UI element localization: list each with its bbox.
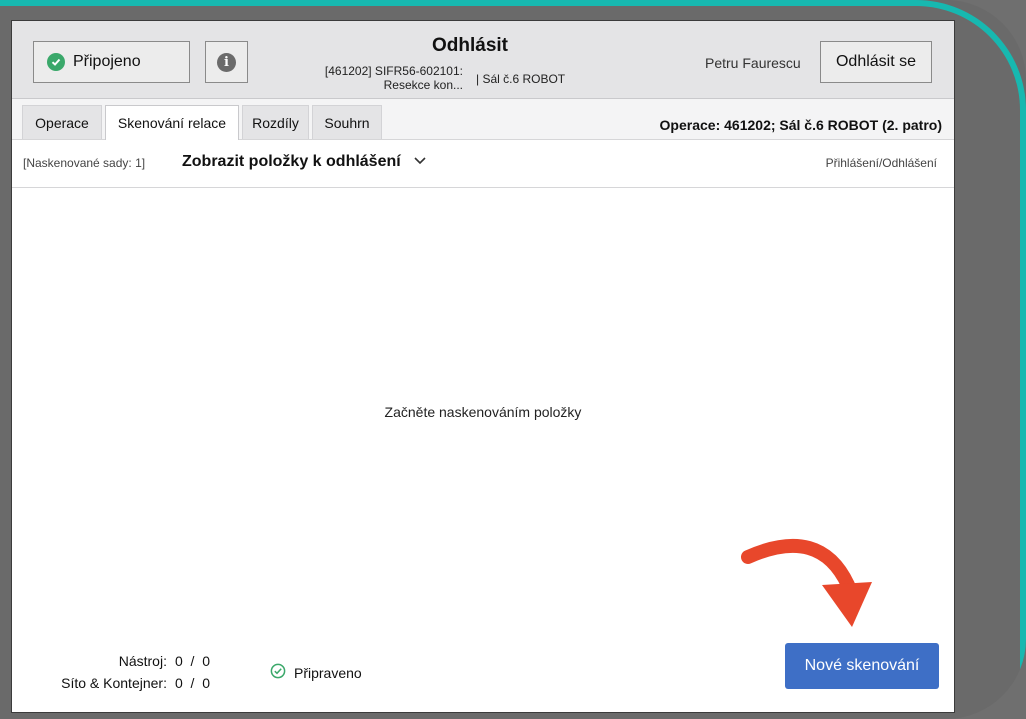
sieve-count-value: 0 / 0 <box>174 675 210 691</box>
info-button[interactable]: i <box>205 41 248 83</box>
tab-rozdily[interactable]: Rozdíly <box>242 105 309 139</box>
operation-info: Operace: 461202; Sál č.6 ROBOT (2. patro… <box>659 117 942 133</box>
subtitle-room: | Sál č.6 ROBOT <box>476 72 566 86</box>
check-circle-icon <box>47 53 65 71</box>
item-counts: Nástroj: 0 / 0 Síto & Kontejner: 0 / 0 <box>20 650 210 694</box>
connection-status-label: Připojeno <box>73 53 141 70</box>
tab-souhrn[interactable]: Souhrn <box>312 105 382 139</box>
tool-count-value: 0 / 0 <box>174 653 210 669</box>
screenshot-frame: Připojeno i Odhlásit [461202] SIFR56-602… <box>0 0 1026 719</box>
ready-status: Připraveno <box>270 663 362 682</box>
info-icon: i <box>217 52 236 72</box>
subtitle-line-2: Resekce kon... <box>383 78 463 92</box>
chevron-down-icon <box>413 153 427 171</box>
app-window: Připojeno i Odhlásit [461202] SIFR56-602… <box>11 20 955 713</box>
scanned-sets-count: [Naskenované sady: 1] <box>23 156 146 170</box>
tool-count-label: Nástroj: <box>118 653 167 669</box>
operation-subtitle: [461202] SIFR56-602101: Resekce kon... <box>313 64 463 92</box>
show-items-label: Zobrazit položky k odhlášení <box>182 153 401 170</box>
sieve-count-row: Síto & Kontejner: 0 / 0 <box>20 672 210 694</box>
logout-button[interactable]: Odhlásit se <box>820 41 932 83</box>
empty-state-message: Začněte naskenováním položky <box>384 404 582 420</box>
connection-status-button[interactable]: Připojeno <box>33 41 190 83</box>
tab-operace[interactable]: Operace <box>22 105 102 139</box>
tab-skenovani-relace[interactable]: Skenování relace <box>105 105 239 140</box>
show-items-dropdown[interactable]: Zobrazit položky k odhlášení <box>182 153 427 171</box>
subtitle-line-1: [461202] SIFR56-602101: <box>324 64 463 78</box>
user-name: Petru Faurescu <box>705 55 801 71</box>
sieve-count-label: Síto & Kontejner: <box>61 675 167 691</box>
top-bar: Připojeno i Odhlásit [461202] SIFR56-602… <box>12 21 954 99</box>
ready-label: Připraveno <box>294 664 362 681</box>
tool-count-row: Nástroj: 0 / 0 <box>20 650 210 672</box>
page-title: Odhlásit <box>432 35 509 56</box>
login-logout-link[interactable]: Přihlášení/Odhlášení <box>826 156 937 170</box>
tab-bar: Operace Skenování relace Rozdíly Souhrn … <box>12 99 954 140</box>
check-circle-outline-icon <box>270 663 286 682</box>
new-scan-button[interactable]: Nové skenování <box>785 643 939 689</box>
items-filter-bar: [Naskenované sady: 1] Zobrazit položky k… <box>12 140 954 188</box>
